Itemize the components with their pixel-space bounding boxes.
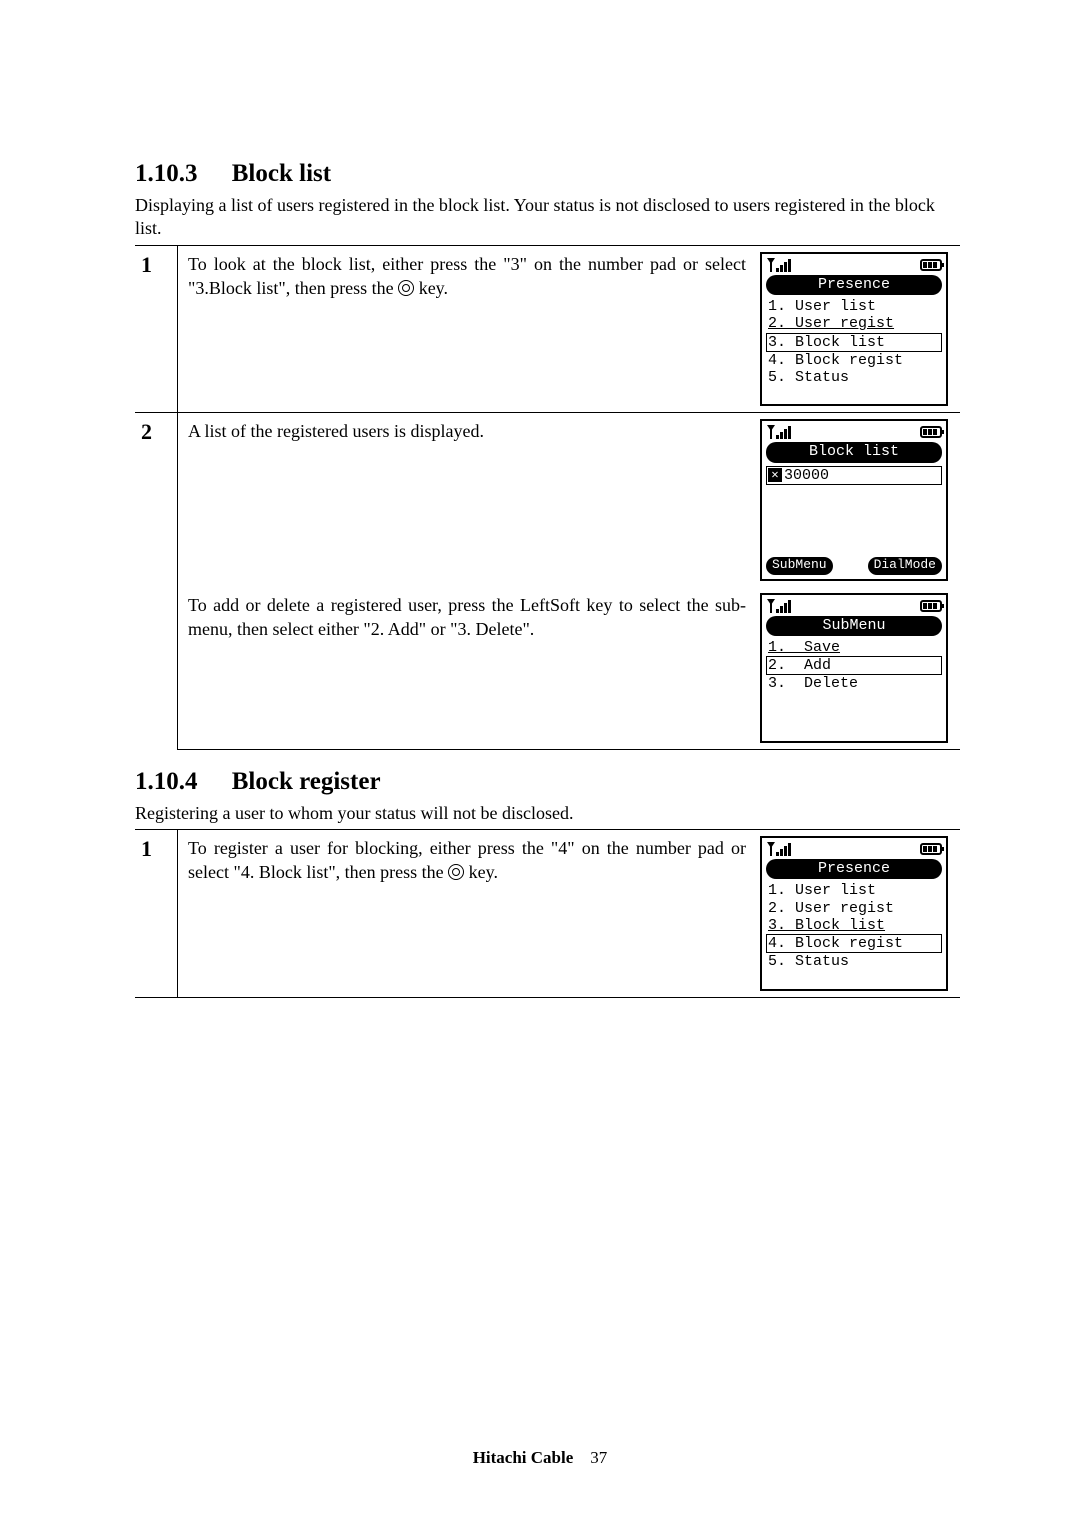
step-text-part: To register a user for blocking, either … xyxy=(188,838,746,882)
softkey-left: SubMenu xyxy=(766,557,833,575)
menu-item: 3. Block list xyxy=(766,917,942,934)
menu-item: 5. Status xyxy=(766,953,942,970)
section-number: 1.10.3 xyxy=(135,160,198,188)
menu-item: 4. Block regist xyxy=(766,352,942,369)
step-text: To register a user for blocking, either … xyxy=(178,830,757,998)
step-text-part: key. xyxy=(419,278,448,298)
step-number: 2 xyxy=(135,413,178,749)
step-text: To look at the block list, either press … xyxy=(178,245,757,413)
lcd-screen: SubMenu 1. Save 2. Add 3. Delete xyxy=(760,593,948,743)
signal-icon xyxy=(766,599,794,613)
lcd-screen: Presence 1. User list 2. User regist 3. … xyxy=(760,836,948,991)
footer-brand: Hitachi Cable xyxy=(473,1448,574,1467)
page-footer: Hitachi Cable 37 xyxy=(0,1448,1080,1468)
battery-icon xyxy=(920,259,942,271)
lcd-title: Presence xyxy=(766,275,942,295)
step-text: A list of the registered users is displa… xyxy=(178,413,757,587)
steps-table: 1 To look at the block list, either pres… xyxy=(135,245,960,750)
step-text-part: To look at the block list, either press … xyxy=(188,254,746,298)
signal-icon xyxy=(766,258,794,272)
menu-item-selected: 4. Block regist xyxy=(766,934,942,953)
battery-icon xyxy=(920,843,942,855)
menu-item: 1. User list xyxy=(766,882,942,899)
menu-item: 5. Status xyxy=(766,369,942,386)
section-heading: 1.10.3 Block list xyxy=(135,160,960,188)
signal-icon xyxy=(766,425,794,439)
section-intro: Displaying a list of users registered in… xyxy=(135,194,960,241)
section-intro: Registering a user to whom your status w… xyxy=(135,802,960,825)
menu-item-selected: 2. Add xyxy=(766,656,942,675)
block-entry-number: 30000 xyxy=(784,467,829,484)
step-number: 1 xyxy=(135,830,178,998)
steps-table: 1 To register a user for blocking, eithe… xyxy=(135,829,960,998)
battery-icon xyxy=(920,600,942,612)
menu-item: 2. User regist xyxy=(766,315,942,332)
menu-item: 1. User list xyxy=(766,298,942,315)
menu-item: 1. Save xyxy=(766,639,942,656)
step-number: 1 xyxy=(135,245,178,413)
section-title: Block list xyxy=(232,160,331,187)
signal-icon xyxy=(766,842,794,856)
lcd-screen: Presence 1. User list 2. User regist 3. … xyxy=(760,252,948,407)
section-number: 1.10.4 xyxy=(135,768,198,796)
ok-key-icon xyxy=(448,864,464,880)
step-text-part: key. xyxy=(469,862,498,882)
lcd-screen: Block list ✕ 30000 SubMenu DialMode xyxy=(760,419,948,580)
softkey-right: DialMode xyxy=(868,557,942,575)
lcd-title: Block list xyxy=(766,442,942,462)
block-list-entry: ✕ 30000 xyxy=(766,466,942,485)
menu-item-selected: 3. Block list xyxy=(766,333,942,352)
ok-key-icon xyxy=(398,280,414,296)
lcd-title: Presence xyxy=(766,859,942,879)
menu-item: 2. User regist xyxy=(766,900,942,917)
section-title: Block register xyxy=(232,768,381,795)
step-text: To add or delete a registered user, pres… xyxy=(178,587,757,750)
footer-page: 37 xyxy=(590,1448,607,1467)
menu-item: 3. Delete xyxy=(766,675,942,692)
lcd-title: SubMenu xyxy=(766,616,942,636)
section-heading: 1.10.4 Block register xyxy=(135,768,960,796)
blocked-icon: ✕ xyxy=(768,468,782,482)
battery-icon xyxy=(920,426,942,438)
